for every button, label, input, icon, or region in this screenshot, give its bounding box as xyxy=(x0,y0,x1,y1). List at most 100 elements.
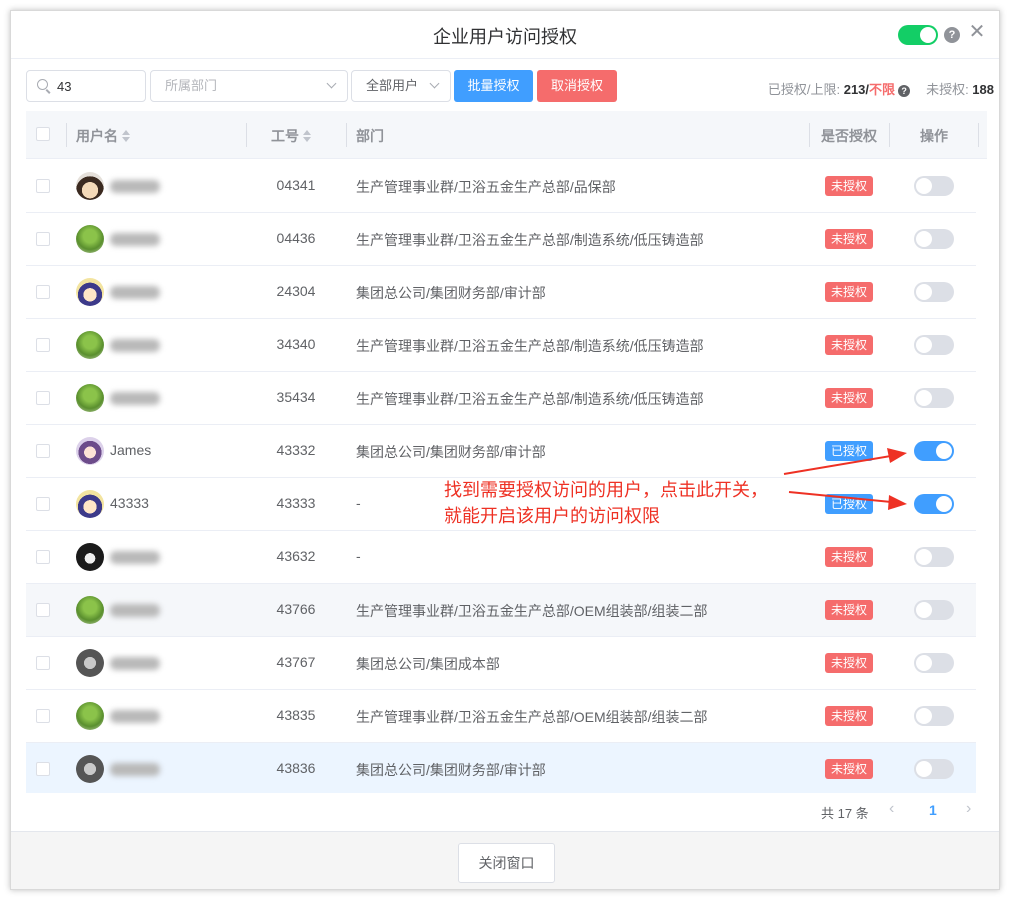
access-toggle[interactable] xyxy=(914,176,954,196)
limit-help-icon[interactable]: ? xyxy=(898,85,911,97)
table-row: 04341 生产管理事业群/卫浴五金生产总部/品保部 未授权 xyxy=(26,160,976,213)
dialog-title: 企业用户访问授权 xyxy=(433,27,577,47)
column-divider xyxy=(889,123,890,147)
blurred-username xyxy=(110,710,160,723)
chevron-down-icon xyxy=(326,78,337,89)
annotation-line-1: 找到需要授权访问的用户，点击此开关， xyxy=(444,480,768,500)
employee-id: 43767 xyxy=(276,654,316,670)
column-divider xyxy=(978,123,979,147)
table-row: 43836 集团总公司/集团财务部/审计部 未授权 xyxy=(26,743,976,793)
table-row: 34340 生产管理事业群/卫浴五金生产总部/制造系统/低压铸造部 未授权 xyxy=(26,319,976,372)
table-row: James 43332 集团总公司/集团财务部/审计部 已授权 xyxy=(26,425,976,478)
row-checkbox[interactable] xyxy=(36,762,50,776)
cancel-authorize-button[interactable]: 取消授权 xyxy=(537,70,617,102)
column-divider xyxy=(346,123,347,147)
department-select[interactable]: 所属部门 xyxy=(150,70,348,102)
sort-icon[interactable] xyxy=(122,130,132,142)
row-checkbox[interactable] xyxy=(36,603,50,617)
user-avatar xyxy=(76,490,104,518)
access-toggle[interactable] xyxy=(914,494,954,514)
access-toggle[interactable] xyxy=(914,547,954,567)
chevron-right-icon[interactable]: › xyxy=(966,800,971,818)
row-checkbox[interactable] xyxy=(36,656,50,670)
department-path: - xyxy=(356,495,361,511)
column-dept: 部门 xyxy=(356,128,384,144)
access-toggle[interactable] xyxy=(914,706,954,726)
blurred-username xyxy=(110,286,160,299)
access-toggle[interactable] xyxy=(914,759,954,779)
employee-id: 43766 xyxy=(276,601,316,617)
batch-authorize-button[interactable]: 批量授权 xyxy=(454,70,533,102)
access-toggle[interactable] xyxy=(914,653,954,673)
global-enable-toggle[interactable] xyxy=(898,25,938,45)
column-username[interactable]: 用户名 xyxy=(76,126,132,146)
blurred-username xyxy=(110,233,160,246)
user-avatar xyxy=(76,543,104,571)
authorization-dialog: 企业用户访问授权 ? ✕ 所属部门 全部用户 批量授权 取消授权 已授权/上限:… xyxy=(10,10,1000,890)
row-checkbox[interactable] xyxy=(36,709,50,723)
access-toggle[interactable] xyxy=(914,335,954,355)
department-path: 集团总公司/集团财务部/审计部 xyxy=(356,444,546,460)
access-toggle[interactable] xyxy=(914,388,954,408)
status-badge: 未授权 xyxy=(825,176,873,196)
row-checkbox[interactable] xyxy=(36,285,50,299)
help-icon[interactable]: ? xyxy=(944,27,960,43)
employee-id: 43836 xyxy=(276,760,316,776)
table-row: 43766 生产管理事业群/卫浴五金生产总部/OEM组装部/组装二部 未授权 xyxy=(26,584,976,637)
search-box[interactable] xyxy=(26,70,146,102)
user-avatar xyxy=(76,278,104,306)
status-badge: 未授权 xyxy=(825,335,873,355)
user-avatar xyxy=(76,331,104,359)
employee-id: 35434 xyxy=(276,389,316,405)
status-badge: 已授权 xyxy=(825,441,873,461)
row-checkbox[interactable] xyxy=(36,444,50,458)
table-row: 04436 生产管理事业群/卫浴五金生产总部/制造系统/低压铸造部 未授权 xyxy=(26,213,976,266)
status-badge: 未授权 xyxy=(825,759,873,779)
blurred-username xyxy=(110,763,160,776)
department-path: 集团总公司/集团财务部/审计部 xyxy=(356,285,546,301)
row-checkbox[interactable] xyxy=(36,179,50,193)
authorization-stats: 已授权/上限: 213/不限? 未授权: 188 xyxy=(768,79,994,98)
sort-icon[interactable] xyxy=(303,130,313,142)
access-toggle[interactable] xyxy=(914,282,954,302)
instruction-annotation: 找到需要授权访问的用户，点击此开关， 就能开启该用户的访问权限 xyxy=(444,477,768,529)
user-avatar xyxy=(76,702,104,730)
status-badge: 未授权 xyxy=(825,229,873,249)
access-toggle[interactable] xyxy=(914,600,954,620)
user-avatar xyxy=(76,596,104,624)
user-avatar xyxy=(76,384,104,412)
stats-authorized-count: 213 xyxy=(843,82,866,97)
pagination-total: 共 17 条 xyxy=(821,806,869,821)
user-avatar xyxy=(76,755,104,783)
blurred-username xyxy=(110,604,160,617)
stats-limit: 不限 xyxy=(869,82,896,97)
user-avatar xyxy=(76,225,104,253)
page-number-current[interactable]: 1 xyxy=(929,802,937,818)
user-filter-select[interactable]: 全部用户 xyxy=(351,70,451,102)
access-toggle[interactable] xyxy=(914,229,954,249)
close-icon[interactable]: ✕ xyxy=(967,22,987,42)
row-checkbox[interactable] xyxy=(36,391,50,405)
column-id-label: 工号 xyxy=(271,128,299,144)
status-badge: 已授权 xyxy=(825,494,873,514)
dialog-footer: 关闭窗口 xyxy=(11,831,999,889)
close-window-button[interactable]: 关闭窗口 xyxy=(458,843,555,883)
employee-id: 34340 xyxy=(276,336,316,352)
column-divider xyxy=(246,123,247,147)
access-toggle[interactable] xyxy=(914,441,954,461)
table-row: 35434 生产管理事业群/卫浴五金生产总部/制造系统/低压铸造部 未授权 xyxy=(26,372,976,425)
employee-id: 43632 xyxy=(276,548,316,564)
status-badge: 未授权 xyxy=(825,282,873,302)
column-id[interactable]: 工号 xyxy=(271,126,313,146)
row-checkbox[interactable] xyxy=(36,232,50,246)
stats-authorized-label: 已授权/上限: xyxy=(767,82,844,97)
row-checkbox[interactable] xyxy=(36,550,50,564)
chevron-left-icon[interactable]: ‹ xyxy=(889,800,894,818)
department-path: 集团总公司/集团成本部 xyxy=(356,656,500,672)
row-checkbox[interactable] xyxy=(36,338,50,352)
row-checkbox[interactable] xyxy=(36,497,50,511)
select-all-checkbox[interactable] xyxy=(36,127,50,141)
table-row: 24304 集团总公司/集团财务部/审计部 未授权 xyxy=(26,266,976,319)
search-input[interactable] xyxy=(57,71,142,101)
users-table: 用户名 工号 部门 是否授权 操作 04341 生产管理事业群/卫浴五金生产总部… xyxy=(26,111,987,793)
